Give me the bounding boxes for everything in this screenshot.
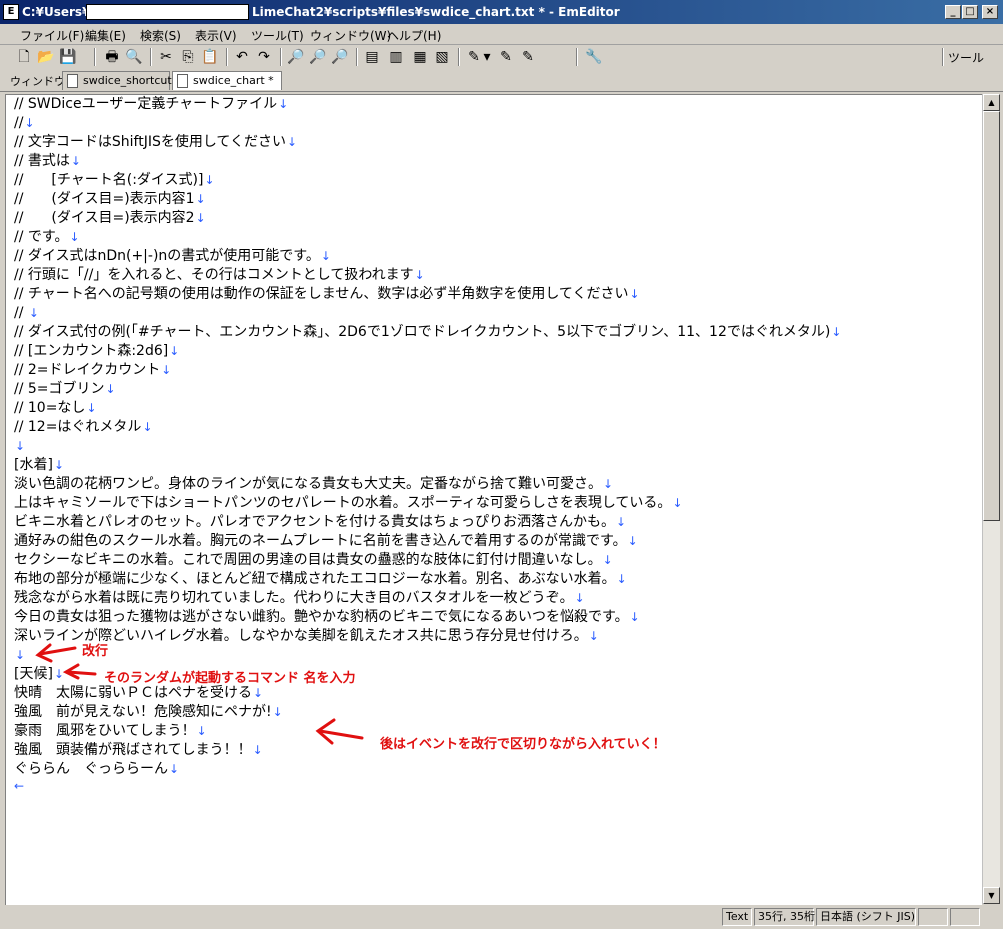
- annotation-newline: 改行: [82, 644, 109, 659]
- status-bar: Text 35行, 35桁 日本語 (シフト JIS): [0, 905, 1003, 929]
- status-position: 35行, 35桁: [754, 908, 815, 926]
- status-mode: Text: [722, 908, 752, 926]
- status-cell-blank-2: [950, 908, 980, 926]
- annotation-arrows: [35, 643, 364, 745]
- annotation-events: 後はイベントを改行で区切りながら入れていく！: [380, 737, 666, 752]
- status-encoding[interactable]: 日本語 (シフト JIS): [816, 908, 916, 926]
- annotation-command: そのランダムが起動するコマンド 名を入力: [104, 671, 356, 686]
- status-cell-blank-1: [918, 908, 948, 926]
